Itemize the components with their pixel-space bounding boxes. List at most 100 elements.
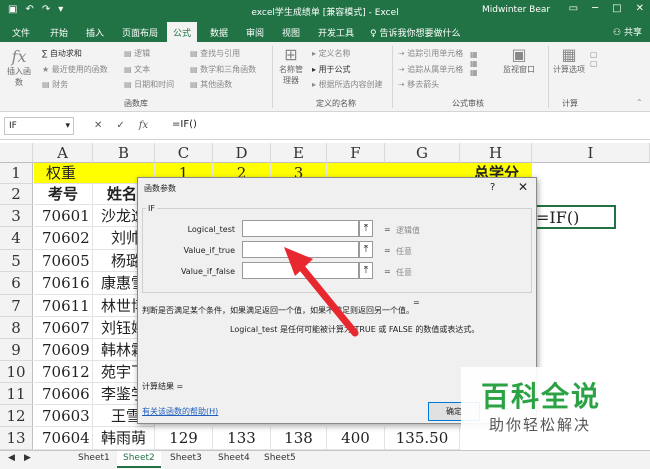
name-box[interactable]: IF ▾ xyxy=(4,117,74,135)
logical-button[interactable]: ▤ 逻辑 xyxy=(124,48,150,59)
restore-icon[interactable]: ▭ xyxy=(569,3,578,14)
cell-id[interactable]: 70616 xyxy=(34,272,93,295)
row-header[interactable]: 5 xyxy=(0,250,33,272)
row-header[interactable]: 9 xyxy=(0,339,33,361)
tab-developer[interactable]: 开发工具 xyxy=(318,26,354,39)
select-all-corner[interactable] xyxy=(0,143,33,163)
column-header[interactable]: A xyxy=(33,143,93,163)
name-manager-button[interactable]: ⊞ 名称管理器 xyxy=(276,46,306,86)
cell-id[interactable]: 70611 xyxy=(34,295,93,317)
logical-test-input[interactable] xyxy=(242,220,359,237)
insert-function-button[interactable]: fx 插入函数 xyxy=(4,48,34,88)
calc-options-button[interactable]: ▦ 计算选项 xyxy=(552,46,586,75)
calc-small-icons[interactable]: ▢ ▢ xyxy=(590,50,598,68)
chevron-down-icon[interactable]: ▾ xyxy=(65,121,70,131)
cell-score[interactable]: 129 xyxy=(155,427,213,450)
cell-a2[interactable]: 考号 xyxy=(34,184,93,205)
autosum-button[interactable]: ∑ 自动求和 xyxy=(42,48,82,59)
sheet-tab[interactable]: Sheet1 xyxy=(78,453,110,463)
insert-function-icon[interactable]: fx xyxy=(139,120,148,131)
cell-id[interactable]: 70602 xyxy=(34,227,93,250)
cell-score[interactable]: 400 xyxy=(327,427,385,450)
date-time-button[interactable]: ▤ 日期和时间 xyxy=(124,79,174,90)
sheet-tab[interactable]: Sheet5 xyxy=(264,453,296,463)
function-help-link[interactable]: 有关该函数的帮助(H) xyxy=(142,406,218,417)
sheet-tab[interactable]: Sheet3 xyxy=(170,453,202,463)
use-in-formula-button[interactable]: ▸ 用于公式 xyxy=(312,64,351,75)
column-header[interactable]: C xyxy=(155,143,213,163)
trace-precedents-button[interactable]: ⇢ 追踪引用单元格 xyxy=(398,48,463,59)
create-from-selection-button[interactable]: ▸ 根据所选内容创建 xyxy=(312,79,383,90)
tab-home[interactable]: 开始 xyxy=(50,26,68,39)
tab-formulas[interactable]: 公式 xyxy=(167,22,198,42)
recent-functions-button[interactable]: ★ 最近使用的函数 xyxy=(42,64,108,75)
column-header[interactable]: I xyxy=(532,143,650,163)
value-if-true-input[interactable] xyxy=(242,241,359,258)
minimize-icon[interactable]: ─ xyxy=(592,3,598,14)
math-trig-button[interactable]: ▤ 数学和三角函数 xyxy=(190,64,256,75)
share-button[interactable]: ⚇ 共享 xyxy=(613,25,642,38)
active-cell-i3[interactable]: =IF() xyxy=(531,205,616,229)
row-header[interactable]: 4 xyxy=(0,227,33,250)
tell-me-box[interactable]: ♀ 告诉我你想要做什么 xyxy=(370,26,460,39)
column-header[interactable]: B xyxy=(93,143,155,163)
tab-insert[interactable]: 插入 xyxy=(86,26,104,39)
collapse-ribbon-icon[interactable]: ⌃ xyxy=(636,98,643,107)
column-header[interactable]: H xyxy=(460,143,532,163)
tab-review[interactable]: 审阅 xyxy=(246,26,264,39)
scroll-left-icon[interactable]: ◀ xyxy=(8,453,15,463)
row-header[interactable]: 2 xyxy=(0,184,33,205)
define-name-button[interactable]: ▸ 定义名称 xyxy=(312,48,351,59)
cell-id[interactable]: 70605 xyxy=(34,250,93,272)
close-icon[interactable]: ✕ xyxy=(518,180,528,194)
row-header[interactable]: 6 xyxy=(0,272,33,295)
maximize-icon[interactable]: □ xyxy=(612,3,621,14)
cell-id[interactable]: 70607 xyxy=(34,317,93,339)
cell-name[interactable]: 韩雨萌 xyxy=(93,427,155,450)
tab-file[interactable]: 文件 xyxy=(12,26,30,39)
more-functions-button[interactable]: ▤ 其他函数 xyxy=(190,79,232,90)
row-header[interactable]: 8 xyxy=(0,317,33,339)
enter-icon[interactable]: ✓ xyxy=(116,120,124,131)
cell-id[interactable]: 70612 xyxy=(34,361,93,383)
cell-score[interactable]: 135.50 xyxy=(385,427,460,450)
column-header[interactable]: D xyxy=(213,143,271,163)
cell-score[interactable]: 133 xyxy=(213,427,271,450)
cancel-icon[interactable]: ✕ xyxy=(94,120,102,131)
formula-input[interactable]: =IF() xyxy=(172,119,197,130)
row-header[interactable]: 1 xyxy=(0,163,33,184)
range-select-icon[interactable]: ⤒ xyxy=(359,220,373,237)
cell-id[interactable]: 70606 xyxy=(34,383,93,405)
tab-data[interactable]: 数据 xyxy=(210,26,228,39)
watch-window-button[interactable]: ▣ 监视窗口 xyxy=(496,46,542,75)
text-button[interactable]: ▤ 文本 xyxy=(124,64,150,75)
cell-score[interactable]: 138 xyxy=(271,427,327,450)
scroll-right-icon[interactable]: ▶ xyxy=(24,453,31,463)
remove-arrows-button[interactable]: ⇢ 移去箭头 xyxy=(398,79,439,90)
cell-id[interactable]: 70601 xyxy=(34,205,93,227)
cell-id[interactable]: 70609 xyxy=(34,339,93,361)
financial-button[interactable]: ▤ 财务 xyxy=(42,79,68,90)
range-select-icon[interactable]: ⤒ xyxy=(359,241,373,258)
close-icon[interactable]: ✕ xyxy=(636,3,644,14)
user-name[interactable]: Midwinter Bear xyxy=(482,5,550,15)
row-header[interactable]: 12 xyxy=(0,405,33,427)
tab-view[interactable]: 视图 xyxy=(282,26,300,39)
column-header[interactable]: F xyxy=(327,143,385,163)
sheet-tab-active[interactable]: Sheet2 xyxy=(117,451,161,468)
audit-small-icons[interactable]: ▦ ▦ ▦ xyxy=(470,50,478,77)
row-header[interactable]: 10 xyxy=(0,361,33,383)
tab-page-layout[interactable]: 页面布局 xyxy=(122,26,158,39)
sheet-tab[interactable]: Sheet4 xyxy=(218,453,250,463)
column-header[interactable]: E xyxy=(271,143,327,163)
row-header[interactable]: 7 xyxy=(0,295,33,317)
trace-dependents-button[interactable]: ⇢ 追踪从属单元格 xyxy=(398,64,463,75)
column-header[interactable]: G xyxy=(385,143,460,163)
row-header[interactable]: 13 xyxy=(0,427,33,450)
cell-id[interactable]: 70604 xyxy=(34,427,93,450)
row-header[interactable]: 11 xyxy=(0,383,33,405)
cell-id[interactable]: 70603 xyxy=(34,405,93,427)
range-select-icon[interactable]: ⤒ xyxy=(359,262,373,279)
lookup-reference-button[interactable]: ▤ 查找与引用 xyxy=(190,48,240,59)
help-icon[interactable]: ? xyxy=(490,182,495,193)
